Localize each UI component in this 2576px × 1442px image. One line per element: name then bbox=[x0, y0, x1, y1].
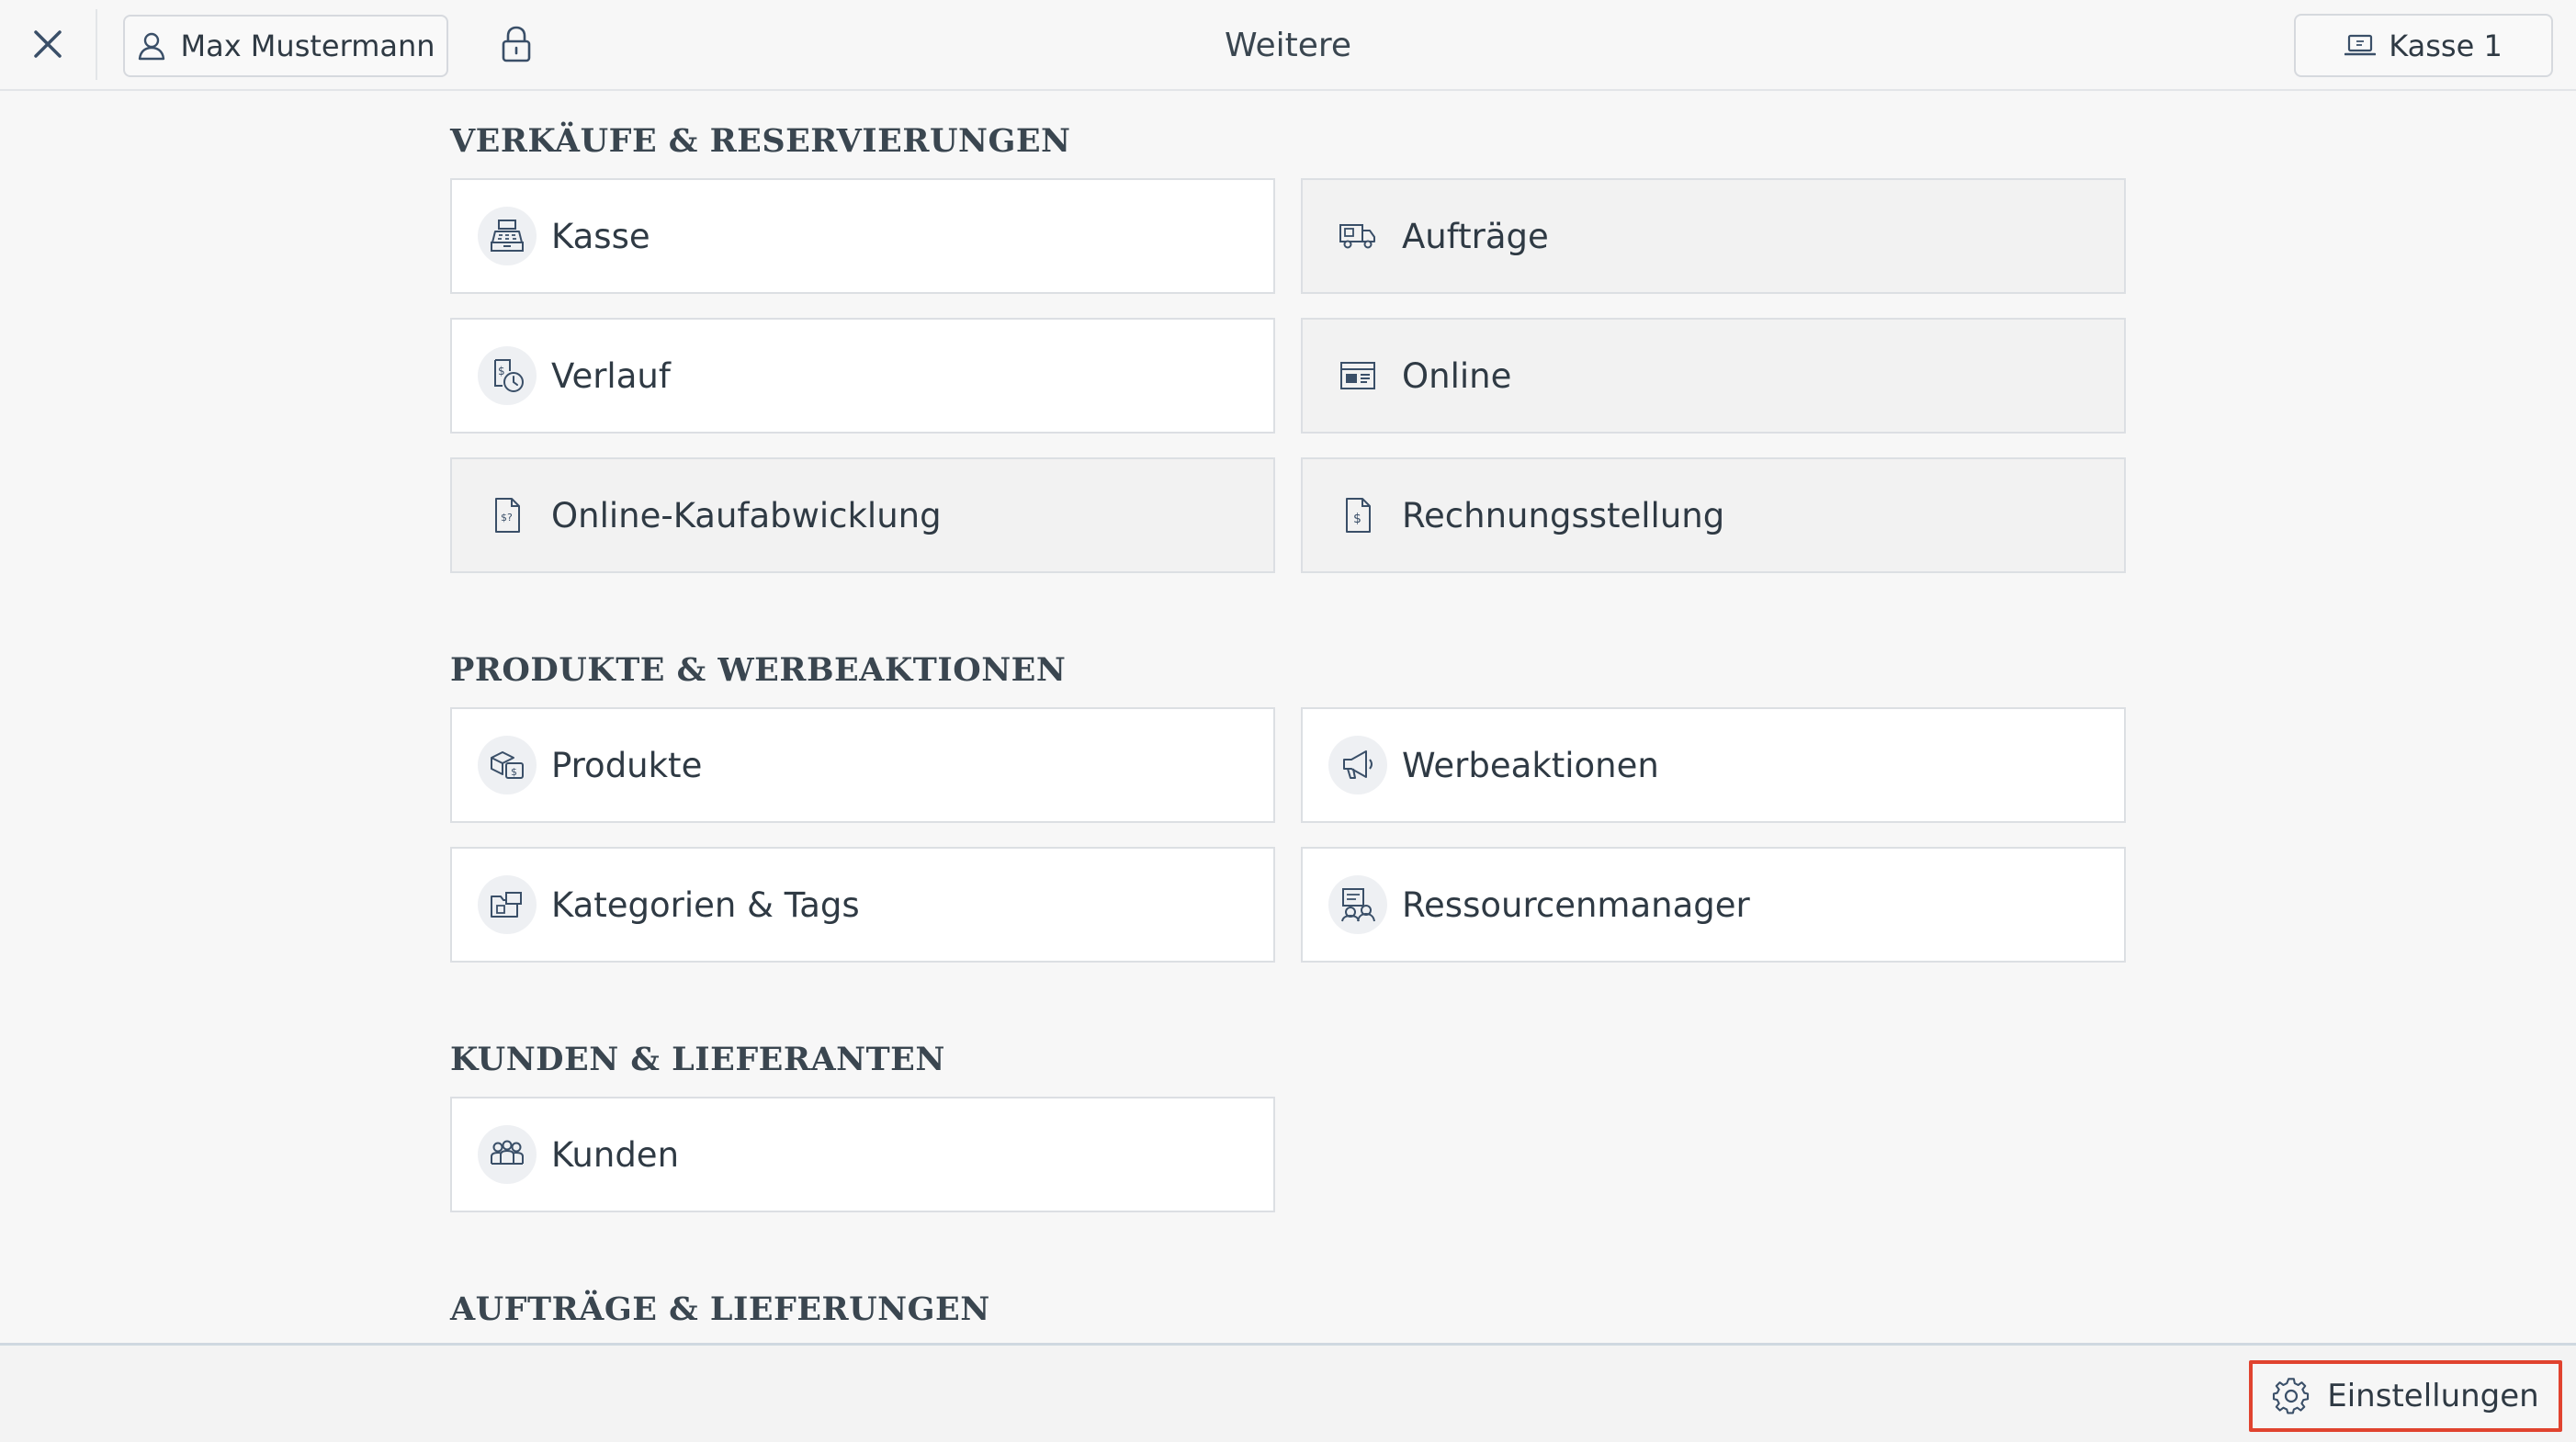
svg-text:$: $ bbox=[1353, 512, 1361, 526]
settings-label: Einstellungen bbox=[2327, 1378, 2539, 1414]
tile-label: Online bbox=[1402, 355, 1512, 396]
user-button[interactable]: Max Mustermann bbox=[123, 15, 448, 77]
footer-bar bbox=[0, 1343, 2576, 1442]
tile-label: Werbeaktionen bbox=[1402, 745, 1659, 785]
register-label: Kasse 1 bbox=[2389, 28, 2503, 63]
tile-rechnungsstellung[interactable]: $ Rechnungsstellung bbox=[1301, 457, 2126, 573]
online-store-icon bbox=[1328, 346, 1387, 405]
register-laptop-icon bbox=[2344, 34, 2377, 55]
products-box-icon: $ bbox=[478, 736, 537, 794]
tile-werbeaktionen[interactable]: Werbeaktionen bbox=[1301, 707, 2126, 823]
section-title-products: PRODUKTE & WERBEAKTIONEN bbox=[450, 651, 1067, 689]
section-title-customers: KUNDEN & LIEFERANTEN bbox=[450, 1041, 945, 1078]
tile-kategorien-tags[interactable]: Kategorien & Tags bbox=[450, 847, 1275, 963]
cash-register-icon bbox=[478, 207, 537, 265]
invoice-document-icon: $ bbox=[1328, 486, 1387, 545]
tile-auftraege[interactable]: Aufträge bbox=[1301, 178, 2126, 294]
svg-text:$?: $? bbox=[501, 512, 513, 524]
lock-icon bbox=[502, 26, 531, 62]
folder-tag-icon bbox=[478, 875, 537, 934]
user-name: Max Mustermann bbox=[180, 28, 435, 63]
tile-online[interactable]: Online bbox=[1301, 318, 2126, 434]
tile-verlauf[interactable]: $ Verlauf bbox=[450, 318, 1275, 434]
resource-manager-icon bbox=[1328, 875, 1387, 934]
tile-ressourcenmanager[interactable]: Ressourcenmanager bbox=[1301, 847, 2126, 963]
delivery-truck-icon bbox=[1328, 207, 1387, 265]
gear-icon bbox=[2273, 1378, 2310, 1414]
tile-label: Kunden bbox=[551, 1134, 680, 1175]
history-clock-icon: $ bbox=[478, 346, 537, 405]
tile-label: Ressourcenmanager bbox=[1402, 884, 1750, 925]
lock-button[interactable] bbox=[489, 17, 544, 72]
section-title-orders: AUFTRÄGE & LIEFERUNGEN bbox=[450, 1290, 990, 1328]
tile-label: Aufträge bbox=[1402, 216, 1549, 256]
tile-kasse[interactable]: Kasse bbox=[450, 178, 1275, 294]
tile-label: Kategorien & Tags bbox=[551, 884, 860, 925]
tile-label: Verlauf bbox=[551, 355, 671, 396]
user-icon bbox=[139, 32, 165, 61]
tile-label: Online-Kaufabwicklung bbox=[551, 495, 942, 535]
tile-online-kaufabwicklung[interactable]: $? Online-Kaufabwicklung bbox=[450, 457, 1275, 573]
settings-button[interactable]: Einstellungen bbox=[2249, 1360, 2562, 1432]
tile-label: Kasse bbox=[551, 216, 650, 256]
svg-text:$: $ bbox=[498, 365, 505, 377]
online-checkout-document-icon: $? bbox=[478, 486, 537, 545]
register-button[interactable]: Kasse 1 bbox=[2294, 14, 2553, 77]
close-icon bbox=[34, 30, 62, 58]
close-button[interactable] bbox=[20, 17, 75, 72]
customers-group-icon bbox=[478, 1125, 537, 1184]
svg-text:$: $ bbox=[511, 766, 517, 778]
header-divider bbox=[96, 9, 97, 80]
section-title-sales: VERKÄUFE & RESERVIERUNGEN bbox=[450, 122, 1071, 160]
tile-label: Produkte bbox=[551, 745, 703, 785]
tile-produkte[interactable]: $ Produkte bbox=[450, 707, 1275, 823]
tile-label: Rechnungsstellung bbox=[1402, 495, 1725, 535]
megaphone-icon bbox=[1328, 736, 1387, 794]
tile-kunden[interactable]: Kunden bbox=[450, 1097, 1275, 1212]
